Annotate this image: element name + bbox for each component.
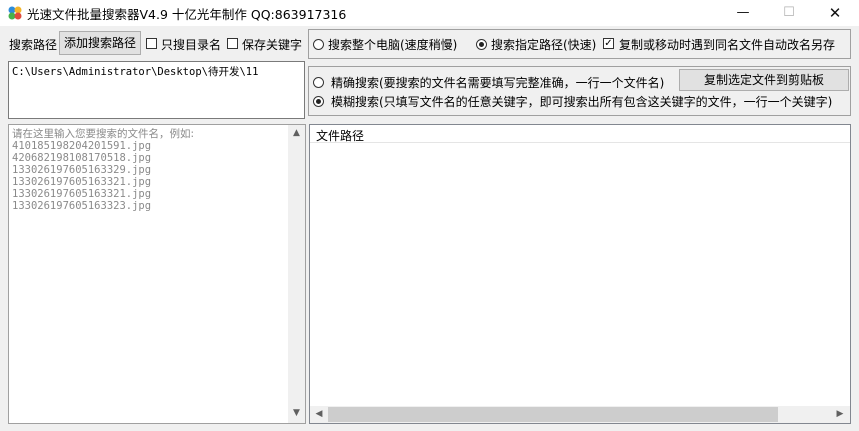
- results-list[interactable]: 文件路径 ◀ ▶: [309, 124, 851, 424]
- fuzzy-search-label[interactable]: 模糊搜索(只填写文件名的任意关键字，即可搜索出所有包含这关键字的文件，一行一个关…: [331, 93, 832, 110]
- filename-placeholder: 请在这里输入您要搜索的文件名，例如: 410185198204201591.jp…: [12, 128, 194, 212]
- scroll-left-icon[interactable]: ◀: [313, 409, 325, 419]
- search-path-label: 搜索路径: [9, 38, 58, 52]
- search-path-value: C:\Users\Administrator\Desktop\待开发\11: [12, 66, 259, 78]
- whole-pc-radio[interactable]: [313, 39, 324, 50]
- minimize-button[interactable]: —: [720, 0, 766, 26]
- save-keywords-checkbox[interactable]: [227, 38, 238, 49]
- placeholder-line: 420682198108170518.jpg: [12, 152, 152, 164]
- auto-rename-checkbox[interactable]: ✓: [603, 38, 614, 49]
- only-dirs-label[interactable]: 只搜目录名: [161, 36, 221, 53]
- results-header: 文件路径: [310, 125, 850, 143]
- scroll-up-icon[interactable]: ▲: [288, 128, 305, 138]
- copy-to-clipboard-button[interactable]: 复制选定文件到剪贴板: [679, 69, 849, 91]
- auto-rename-label[interactable]: 复制或移动时遇到同名文件自动改名另存: [619, 36, 835, 53]
- scroll-down-icon[interactable]: ▼: [288, 408, 305, 418]
- exact-search-radio[interactable]: [313, 77, 324, 88]
- placeholder-line: 133026197605163321.jpg: [12, 176, 152, 188]
- placeholder-line: 410185198204201591.jpg: [12, 140, 152, 152]
- search-path-textbox[interactable]: C:\Users\Administrator\Desktop\待开发\11: [8, 61, 305, 119]
- close-button[interactable]: ✕: [812, 0, 858, 26]
- app-icon: [8, 6, 22, 20]
- scroll-right-icon[interactable]: ▶: [834, 409, 846, 419]
- placeholder-line: 请在这里输入您要搜索的文件名，例如:: [12, 128, 195, 140]
- window-title: 光速文件批量搜索器V4.9 十亿光年制作 QQ:863917316: [27, 7, 347, 22]
- horizontal-scroll-thumb[interactable]: [328, 407, 778, 422]
- filename-input-textarea[interactable]: 请在这里输入您要搜索的文件名，例如: 410185198204201591.jp…: [8, 124, 306, 424]
- specified-path-label[interactable]: 搜索指定路径(快速): [491, 36, 596, 53]
- add-search-path-button[interactable]: 添加搜索路径: [59, 31, 141, 55]
- placeholder-line: 133026197605163329.jpg: [12, 164, 152, 176]
- maximize-button[interactable]: ☐: [766, 0, 812, 26]
- specified-path-radio[interactable]: [476, 39, 487, 50]
- input-vertical-scrollbar[interactable]: ▲ ▼: [288, 125, 305, 423]
- whole-pc-label[interactable]: 搜索整个电脑(速度稍慢): [328, 36, 457, 53]
- results-horizontal-scrollbar[interactable]: ◀ ▶: [310, 406, 850, 423]
- save-keywords-label[interactable]: 保存关键字: [242, 36, 302, 53]
- fuzzy-search-radio[interactable]: [313, 96, 324, 107]
- placeholder-line: 133026197605163321.jpg: [12, 188, 152, 200]
- title-bar: 光速文件批量搜索器V4.9 十亿光年制作 QQ:863917316 — ☐ ✕: [0, 0, 859, 26]
- file-path-column-header[interactable]: 文件路径: [316, 127, 364, 144]
- exact-search-label[interactable]: 精确搜索(要搜索的文件名需要填写完整准确，一行一个文件名): [331, 74, 664, 91]
- only-dirs-checkbox[interactable]: [146, 38, 157, 49]
- placeholder-line: 133026197605163323.jpg: [12, 200, 152, 212]
